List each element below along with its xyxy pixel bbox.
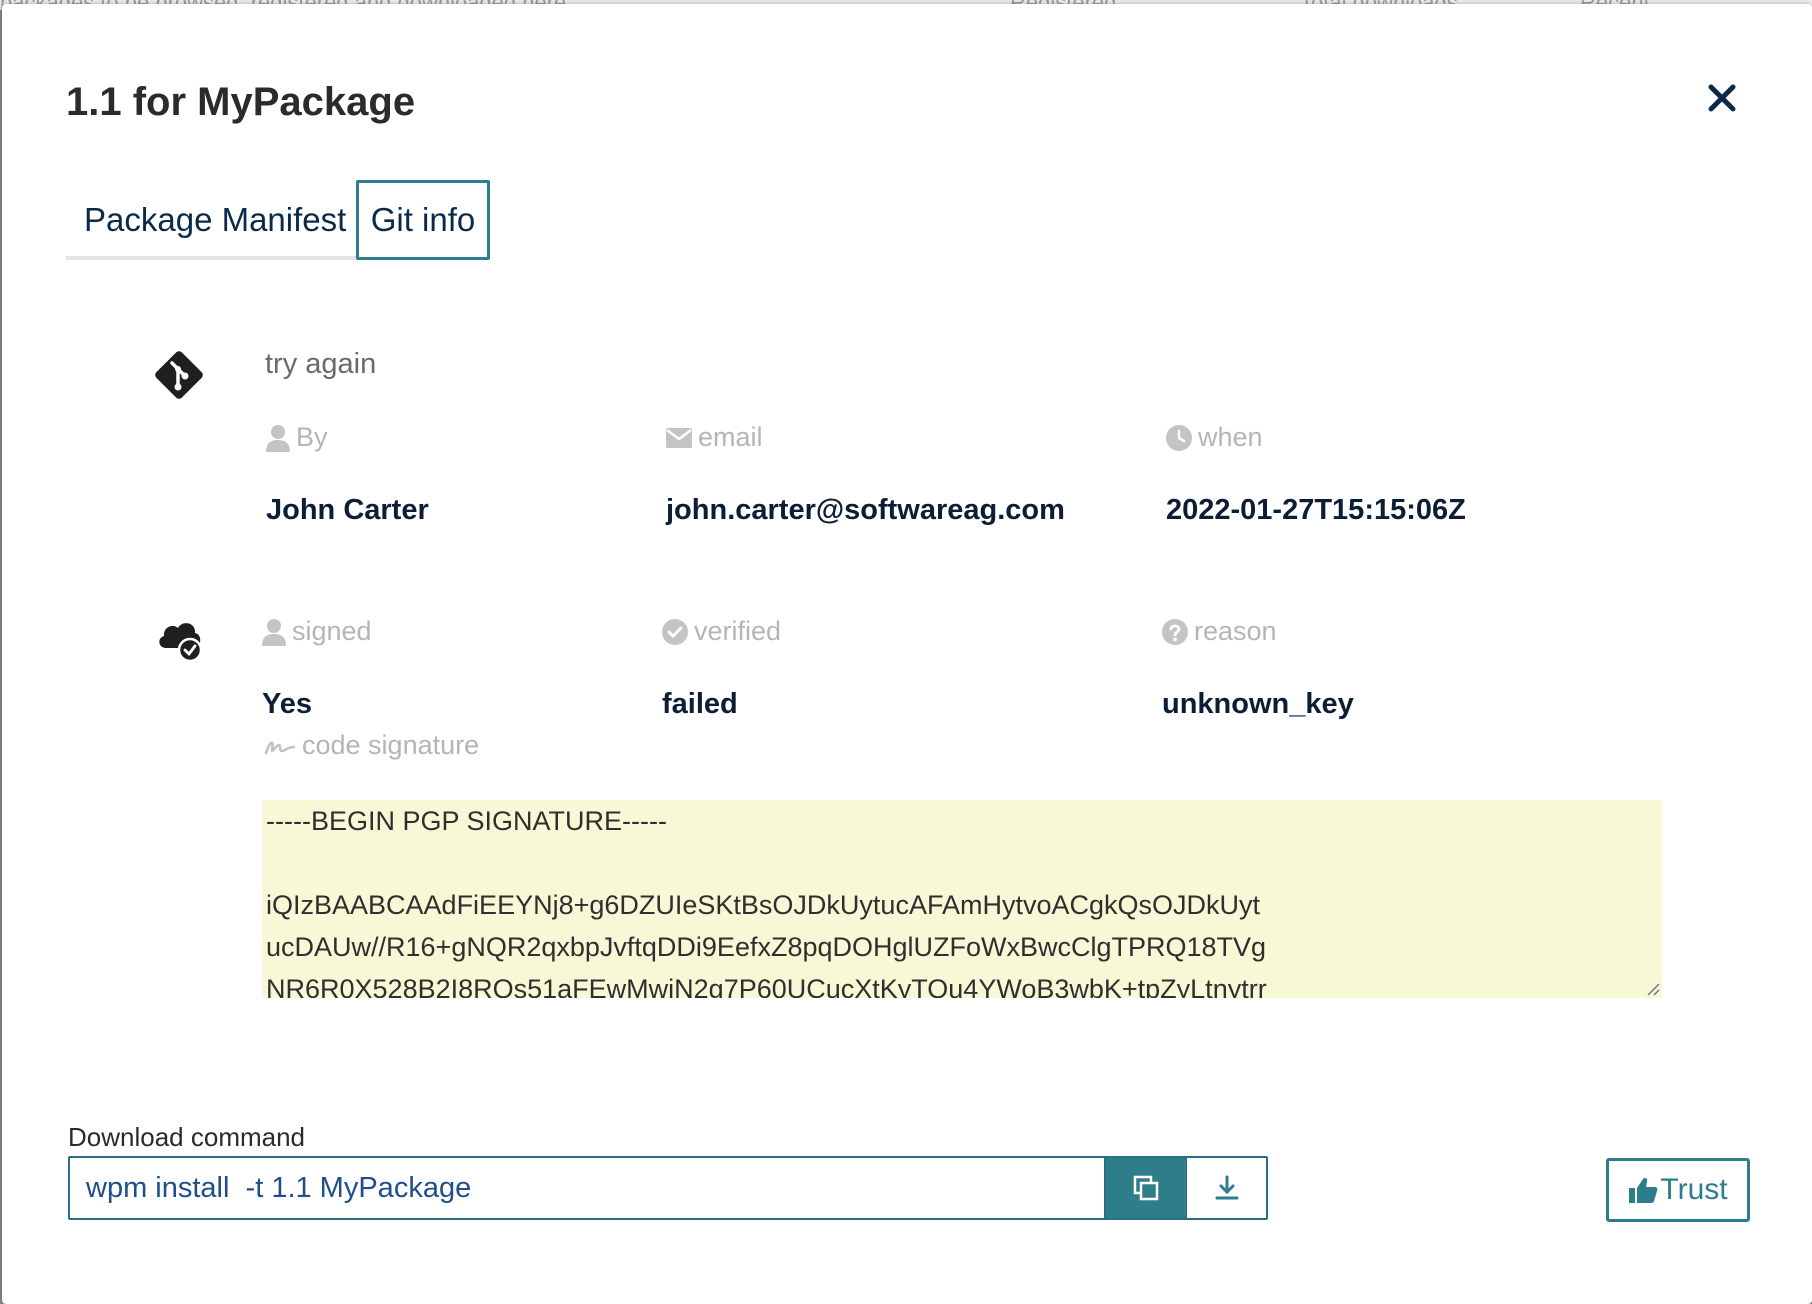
download-command-label: Download command [68,1122,306,1152]
code-signature-label-text: code signature [302,730,480,760]
signature-line: ucDAUw//R16+gNQR2qxbpJvftqDDi9EefxZ8pqDO… [266,932,1267,962]
tab-git-info[interactable]: Git info [356,180,490,260]
email-value: john.carter@softwareag.com [666,494,1065,526]
by-label: By [266,422,328,453]
reason-label: reason [1162,616,1277,647]
resize-handle-icon[interactable] [1644,980,1660,996]
cloud-check-icon [159,623,203,662]
clock-icon [1166,424,1192,451]
code-signature-label: code signature [264,730,479,761]
tab-package-manifest[interactable]: Package Manifest [66,180,356,260]
trust-button-label: Trust [1660,1173,1728,1206]
when-label: when [1166,422,1263,453]
signature-line: NR6R0X528B2I8ROs51aFEwMwiN2g7P60UCucXtKy… [266,974,1267,998]
modal-title: 1.1 for MyPackage [66,80,416,124]
copy-icon [1133,1175,1159,1201]
reason-label-text: reason [1194,616,1277,646]
email-label: email [666,422,763,453]
signature-icon [264,740,296,754]
when-value: 2022-01-27T15:15:06Z [1166,494,1466,526]
commit-message: try again [265,348,377,380]
when-label-text: when [1198,422,1263,452]
close-button[interactable] [1702,78,1742,118]
envelope-icon [666,427,692,448]
thumbs-up-icon [1629,1178,1658,1203]
signed-label-text: signed [292,616,372,646]
download-command-group [68,1156,1268,1220]
package-details-modal: 1.1 for MyPackage Package Manifest Git i… [2,4,1812,1304]
user-icon [262,618,286,646]
download-command-input[interactable] [70,1158,1106,1218]
signature-line: iQIzBAABCAAdFiEEYNj8+g6DZUIeSKtBsOJDkUyt… [266,890,1261,920]
signature-line: -----BEGIN PGP SIGNATURE----- [266,806,667,836]
tab-bar: Package Manifest Git info [66,180,490,260]
by-label-text: By [296,422,328,452]
check-circle-icon [662,618,688,645]
reason-value: unknown_key [1162,688,1354,720]
user-icon [266,424,290,452]
git-icon [155,351,203,399]
signed-value: Yes [262,688,312,720]
verified-label: verified [662,616,781,647]
download-icon [1215,1175,1238,1200]
by-value: John Carter [266,494,429,526]
trust-button[interactable]: Trust [1606,1158,1750,1222]
signature-line [266,842,1658,884]
code-signature-textarea[interactable]: -----BEGIN PGP SIGNATURE----- iQIzBAABCA… [262,800,1662,998]
close-icon [1708,84,1736,112]
verified-value: failed [662,688,738,720]
verified-label-text: verified [694,616,782,646]
copy-button[interactable] [1106,1158,1186,1218]
signed-label: signed [262,616,372,647]
download-button[interactable] [1186,1158,1266,1218]
email-label-text: email [698,422,763,452]
question-circle-icon [1162,618,1188,645]
